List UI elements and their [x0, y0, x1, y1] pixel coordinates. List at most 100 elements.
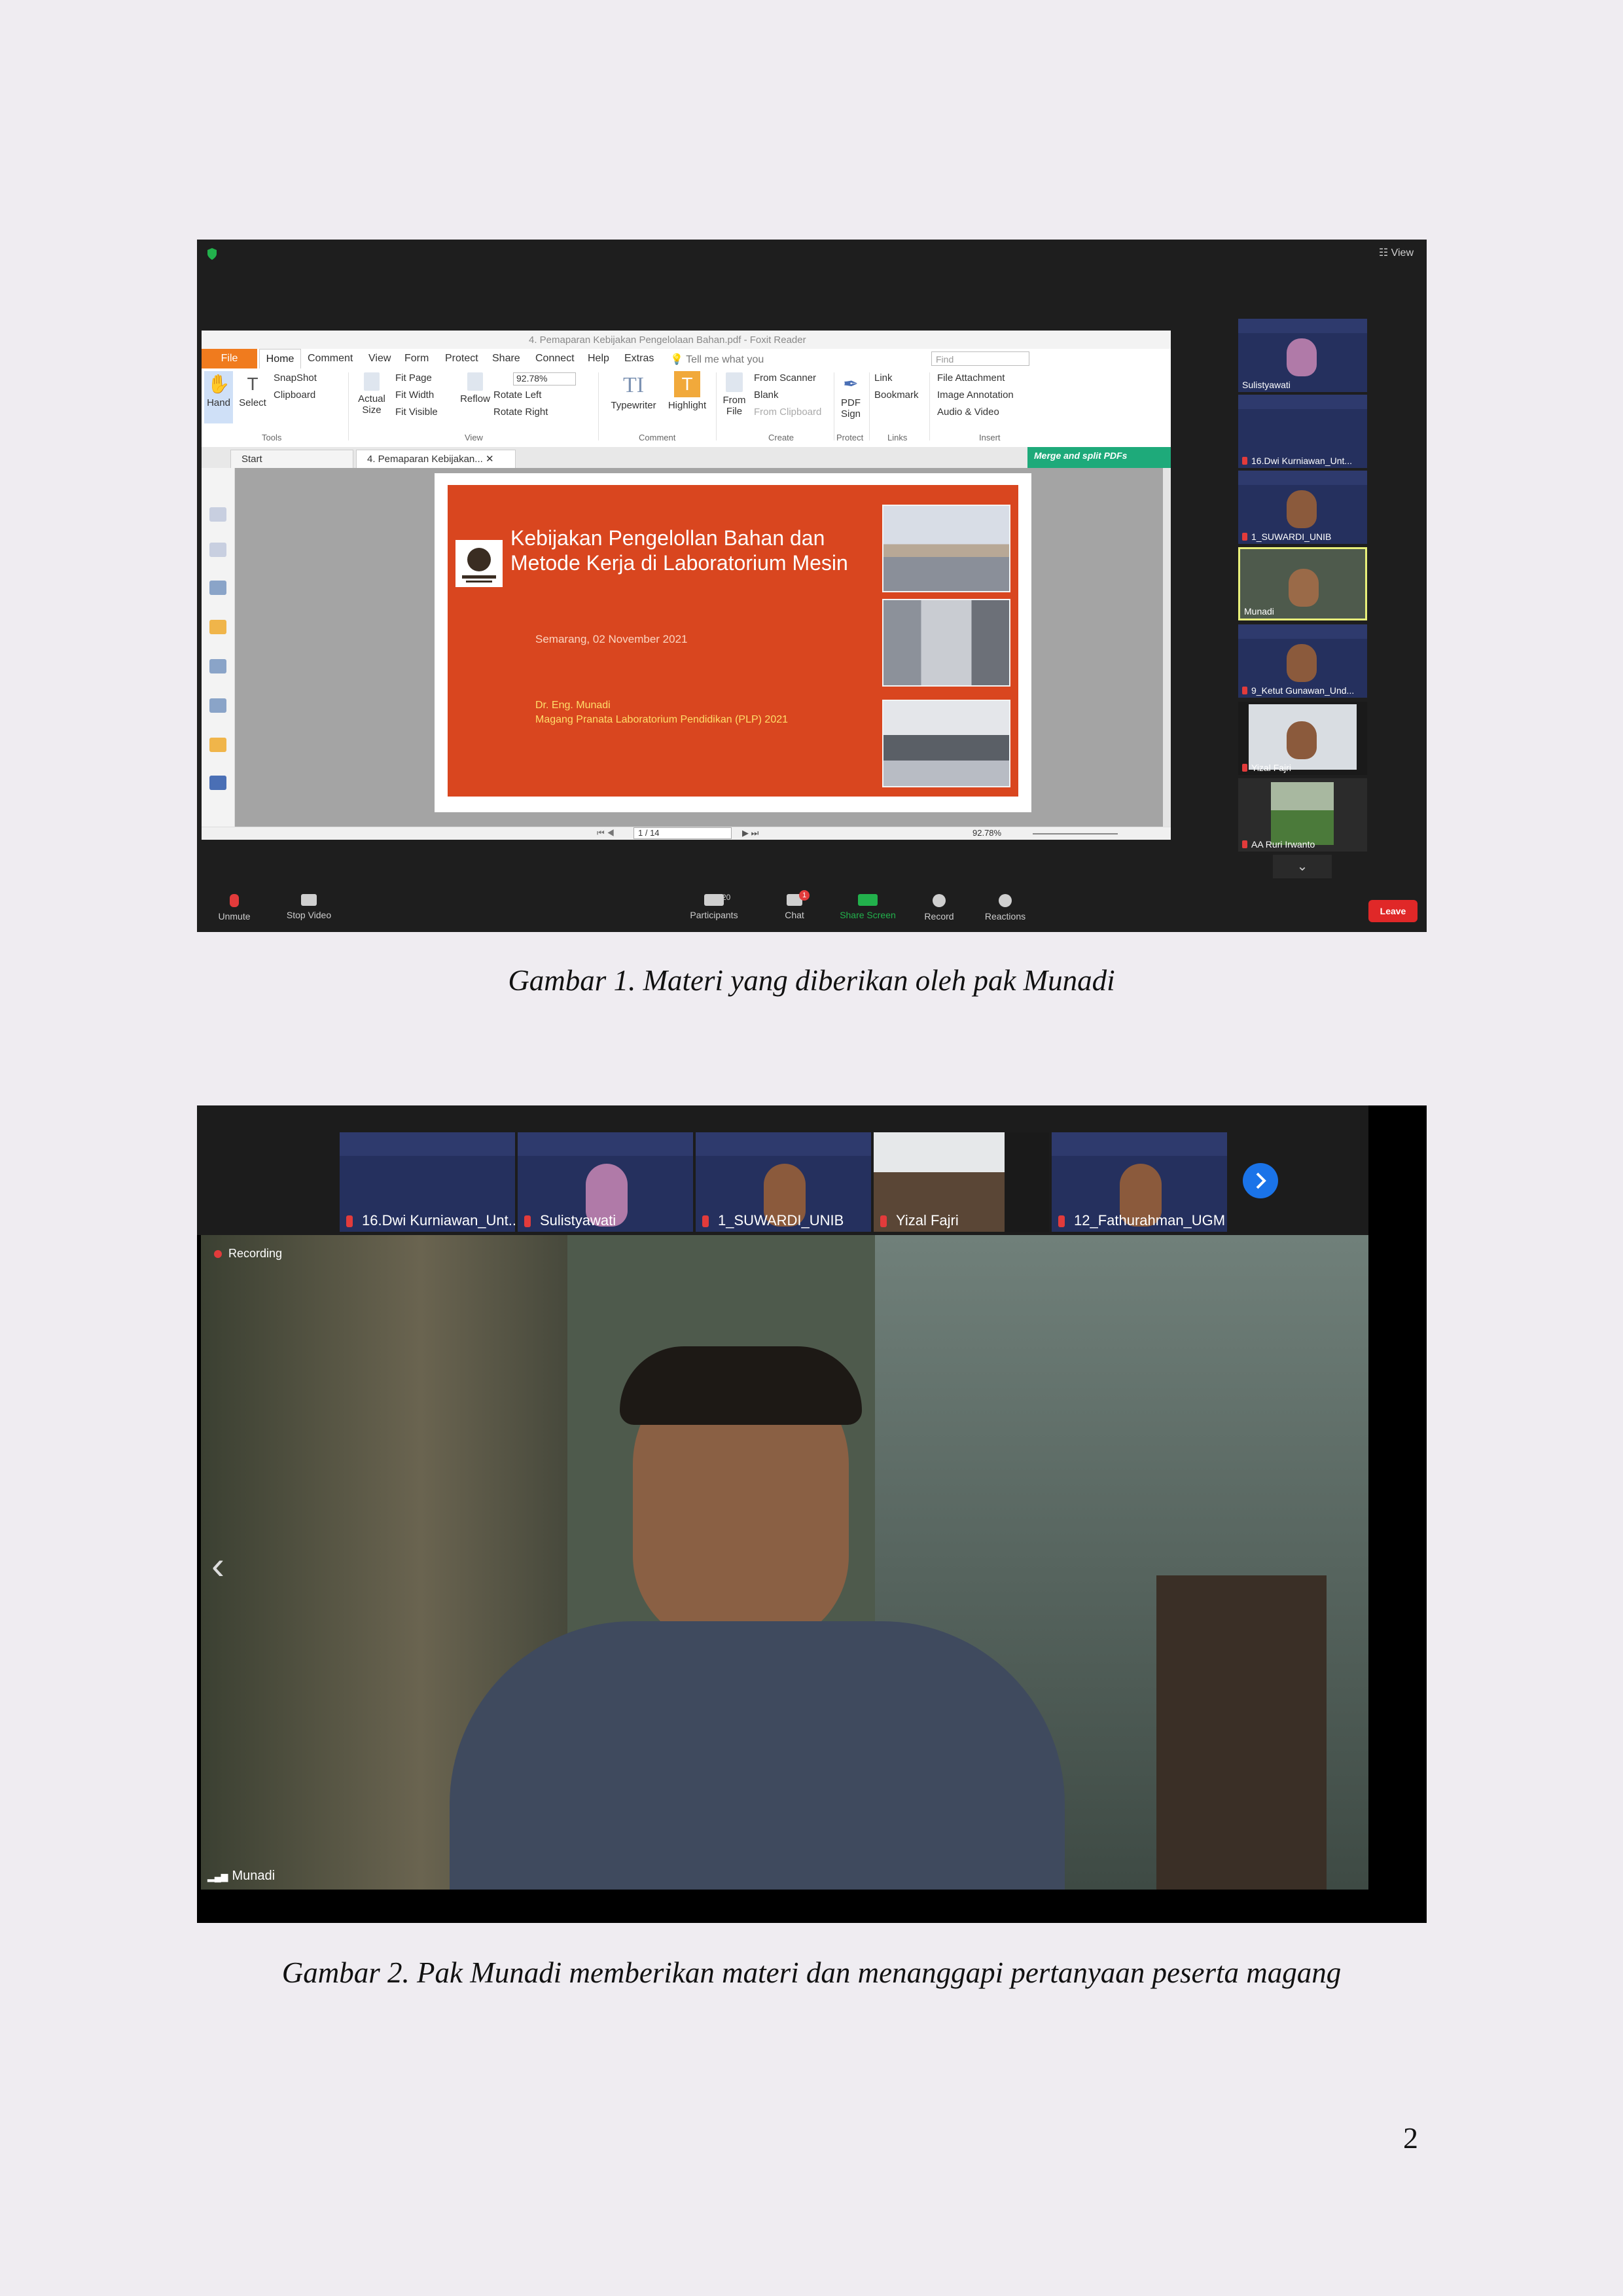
participant-thumbnail[interactable]: 9_Ketut Gunawan_Und...	[1238, 624, 1367, 698]
participant-thumbnail[interactable]: 16.Dwi Kurniawan_Unt...	[340, 1132, 515, 1232]
layers-panel-icon[interactable]	[209, 543, 226, 557]
chevron-down-icon[interactable]: ⌄	[1273, 855, 1332, 878]
menu-extras[interactable]: Extras	[624, 353, 654, 365]
participant-thumbnail[interactable]: AA Ruri Irwanto	[1238, 778, 1367, 852]
menu-connect[interactable]: Connect	[535, 353, 575, 365]
page-number-input[interactable]: 1 / 14	[633, 827, 732, 839]
group-comment-label: Comment	[639, 433, 676, 442]
university-logo	[455, 540, 503, 587]
menu-form[interactable]: Form	[404, 353, 429, 365]
view-button[interactable]: ☷ View	[1379, 246, 1414, 259]
record-button[interactable]: Record	[919, 894, 959, 922]
signal-bars-icon: ▂▄▆	[207, 1871, 228, 1882]
participant-thumbnail[interactable]: Yizal Fajri	[874, 1132, 1049, 1232]
reactions-button[interactable]: Reactions	[979, 894, 1031, 922]
menu-comment[interactable]: Comment	[308, 353, 353, 365]
pages-panel-icon[interactable]	[209, 507, 226, 522]
active-speaker-thumbnail[interactable]: Munadi	[1238, 547, 1367, 620]
fit-width-button[interactable]: Fit Width	[395, 389, 434, 401]
next-page-button[interactable]	[1243, 1163, 1278, 1198]
video-camera-icon	[301, 894, 317, 906]
bookmark-button[interactable]: Bookmark	[874, 389, 919, 401]
participants-icon	[704, 894, 724, 906]
signature-panel-icon[interactable]	[209, 698, 226, 713]
typewriter-button[interactable]: TI Typewriter	[607, 371, 660, 411]
image-annotation-button[interactable]: Image Annotation	[937, 389, 1014, 401]
select-tool-button[interactable]: T Select	[238, 371, 267, 408]
pdf-sign-button[interactable]: ✒ PDF Sign	[836, 371, 865, 420]
group-create-label: Create	[768, 433, 794, 442]
vertical-scrollbar[interactable]	[1163, 468, 1171, 827]
sign-panel-icon[interactable]	[209, 776, 226, 790]
blank-button[interactable]: Blank	[754, 389, 779, 401]
participant-thumbnail[interactable]: Sulistyawati	[1238, 319, 1367, 392]
tab-start[interactable]: Start	[230, 450, 353, 468]
reactions-icon	[999, 894, 1012, 907]
fit-page-button[interactable]: Fit Page	[395, 372, 432, 384]
university-seal-icon	[462, 548, 496, 583]
participant-thumbnail[interactable]: 12_Fathurahman_UGM	[1052, 1132, 1227, 1232]
attachments-panel-icon[interactable]	[209, 659, 226, 673]
participant-thumbnail[interactable]: 1_SUWARDI_UNIB	[696, 1132, 871, 1232]
participants-button[interactable]: Participants 20	[681, 893, 747, 920]
rotate-left-button[interactable]: Rotate Left	[493, 389, 541, 401]
group-view-label: View	[465, 433, 483, 442]
from-file-button[interactable]: From File	[719, 372, 750, 418]
muted-mic-icon	[230, 894, 239, 907]
lock-icon[interactable]	[209, 738, 226, 752]
slide-title: Kebijakan Pengelollan Bahan dan Metode K…	[510, 526, 848, 575]
lab-photo-1	[882, 505, 1010, 592]
clipboard-button[interactable]: Clipboard	[274, 389, 315, 401]
menu-file[interactable]: File	[202, 349, 257, 368]
menu-help[interactable]: Help	[588, 353, 609, 365]
hand-tool-button[interactable]: ✋ Hand	[204, 371, 233, 423]
from-scanner-button[interactable]: From Scanner	[754, 372, 816, 384]
stop-video-button[interactable]: Stop Video	[279, 894, 338, 920]
rotate-right-button[interactable]: Rotate Right	[493, 406, 548, 418]
tab-document[interactable]: 4. Pemaparan Kebijakan... ✕	[356, 450, 516, 468]
snapshot-button[interactable]: SnapShot	[274, 372, 317, 384]
tell-me-search[interactable]: 💡 Tell me what you	[670, 353, 764, 366]
chevron-left-icon[interactable]: ‹	[211, 1543, 224, 1588]
menu-view[interactable]: View	[368, 353, 391, 365]
file-attachment-button[interactable]: File Attachment	[937, 372, 1005, 384]
muted-mic-icon	[346, 1215, 353, 1227]
reflow-button[interactable]: Reflow	[458, 372, 492, 404]
zoom-slider[interactable]	[1033, 833, 1118, 834]
comments-panel-icon[interactable]	[209, 620, 226, 634]
actual-size-button[interactable]: Actual Size	[355, 372, 389, 416]
fit-visible-button[interactable]: Fit Visible	[395, 406, 438, 418]
muted-mic-icon	[1242, 457, 1247, 465]
next-page-icon[interactable]: ▶ ⏭	[742, 828, 758, 838]
audio-video-button[interactable]: Audio & Video	[937, 406, 999, 418]
menu-share[interactable]: Share	[492, 353, 520, 365]
slide-author: Dr. Eng. Munadi Magang Pranata Laborator…	[535, 700, 789, 725]
unmute-button[interactable]: Unmute	[211, 894, 257, 922]
chat-button[interactable]: Chat 1	[778, 890, 811, 920]
close-tab-icon[interactable]: ✕	[486, 454, 494, 465]
find-input[interactable]: Find	[931, 351, 1029, 366]
lab-photo-3	[882, 700, 1010, 787]
bookmarks-panel-icon[interactable]	[209, 581, 226, 595]
highlight-button[interactable]: T Highlight	[664, 371, 711, 411]
link-button[interactable]: Link	[874, 372, 893, 384]
menu-protect[interactable]: Protect	[445, 353, 478, 365]
muted-mic-icon	[1058, 1215, 1065, 1227]
muted-mic-icon	[1242, 687, 1247, 694]
participant-thumbnail[interactable]: Sulistyawati	[518, 1132, 693, 1232]
figure-1-caption: Gambar 1. Materi yang diberikan oleh pak…	[508, 964, 1115, 997]
navigation-sidebar	[202, 468, 235, 827]
menu-bar: File Home Comment View Form Protect Shar…	[202, 349, 1171, 369]
participant-thumbnail[interactable]: 16.Dwi Kurniawan_Unt...	[1238, 395, 1367, 468]
share-screen-button[interactable]: Share Screen	[835, 894, 901, 920]
participant-thumbnail[interactable]: 1_SUWARDI_UNIB	[1238, 471, 1367, 544]
previous-page-icon[interactable]: ⏮ ◀	[597, 828, 615, 838]
participant-thumbnail[interactable]: Yizal Fajri	[1238, 702, 1367, 775]
menu-home[interactable]: Home	[259, 349, 301, 369]
from-clipboard-button[interactable]: From Clipboard	[754, 406, 821, 418]
recording-indicator: Recording	[214, 1247, 282, 1261]
speaker-name: ▂▄▆ Munadi	[207, 1869, 276, 1883]
leave-button[interactable]: Leave	[1368, 900, 1418, 922]
zoom-select[interactable]: 92.78%	[513, 372, 576, 386]
ribbon-separator	[716, 372, 717, 440]
